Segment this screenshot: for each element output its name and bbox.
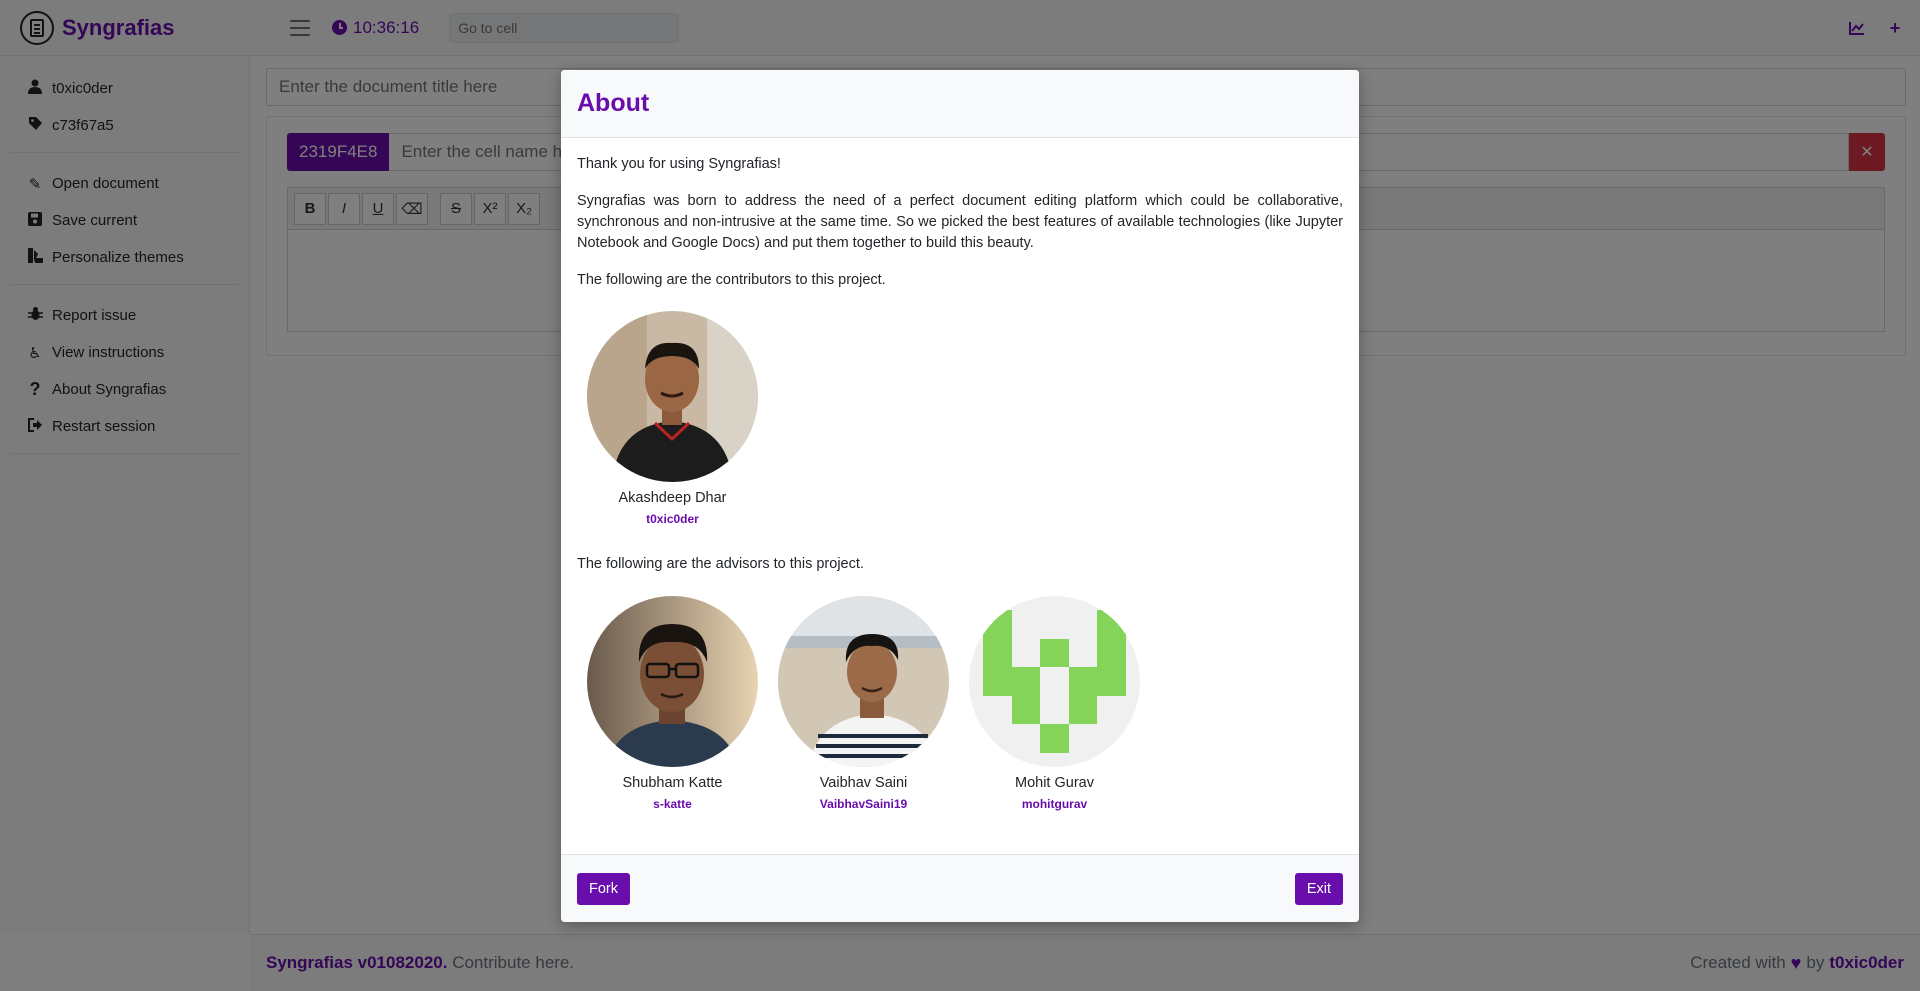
modal-header: About — [561, 70, 1359, 138]
description-text: Syngrafias was born to address the need … — [577, 193, 1343, 252]
contributors-list: Akashdeep Dhar t0xic0der — [577, 311, 1343, 528]
person-name: Shubham Katte — [622, 774, 723, 791]
advisor-card: Shubham Katte s-katte — [587, 595, 758, 813]
person-handle-link[interactable]: mohitgurav — [969, 796, 1140, 813]
contributor-card: Akashdeep Dhar t0xic0der — [587, 311, 758, 528]
about-modal: About Thank you for using Syngrafias! Sy… — [561, 70, 1359, 922]
fork-button[interactable]: Fork — [577, 872, 630, 905]
person-handle-link[interactable]: s-katte — [587, 796, 758, 813]
avatar — [587, 595, 758, 767]
advisor-card: Mohit Gurav mohitgurav — [969, 595, 1140, 813]
modal-body: Thank you for using Syngrafias! Syngrafi… — [561, 138, 1359, 854]
avatar — [587, 311, 758, 483]
avatar — [778, 595, 949, 767]
modal-footer: Fork Exit — [561, 854, 1359, 922]
contributors-intro: The following are the contributors to th… — [577, 272, 886, 289]
person-name: Akashdeep Dhar — [618, 490, 727, 507]
modal-title: About — [577, 89, 650, 117]
advisor-card: Vaibhav Saini VaibhavSaini19 — [778, 595, 949, 813]
person-handle-link[interactable]: t0xic0der — [587, 511, 758, 528]
person-name: Vaibhav Saini — [819, 774, 908, 791]
exit-button[interactable]: Exit — [1294, 872, 1343, 905]
person-handle-link[interactable]: VaibhavSaini19 — [778, 796, 949, 813]
avatar — [969, 595, 1140, 767]
person-name: Mohit Gurav — [1015, 774, 1094, 791]
advisors-list: Shubham Katte s-katte Vaibhav Saini Vaib… — [577, 595, 1343, 813]
thanks-text: Thank you for using Syngrafias! — [577, 156, 781, 172]
advisors-intro: The following are the advisors to this p… — [577, 556, 864, 573]
